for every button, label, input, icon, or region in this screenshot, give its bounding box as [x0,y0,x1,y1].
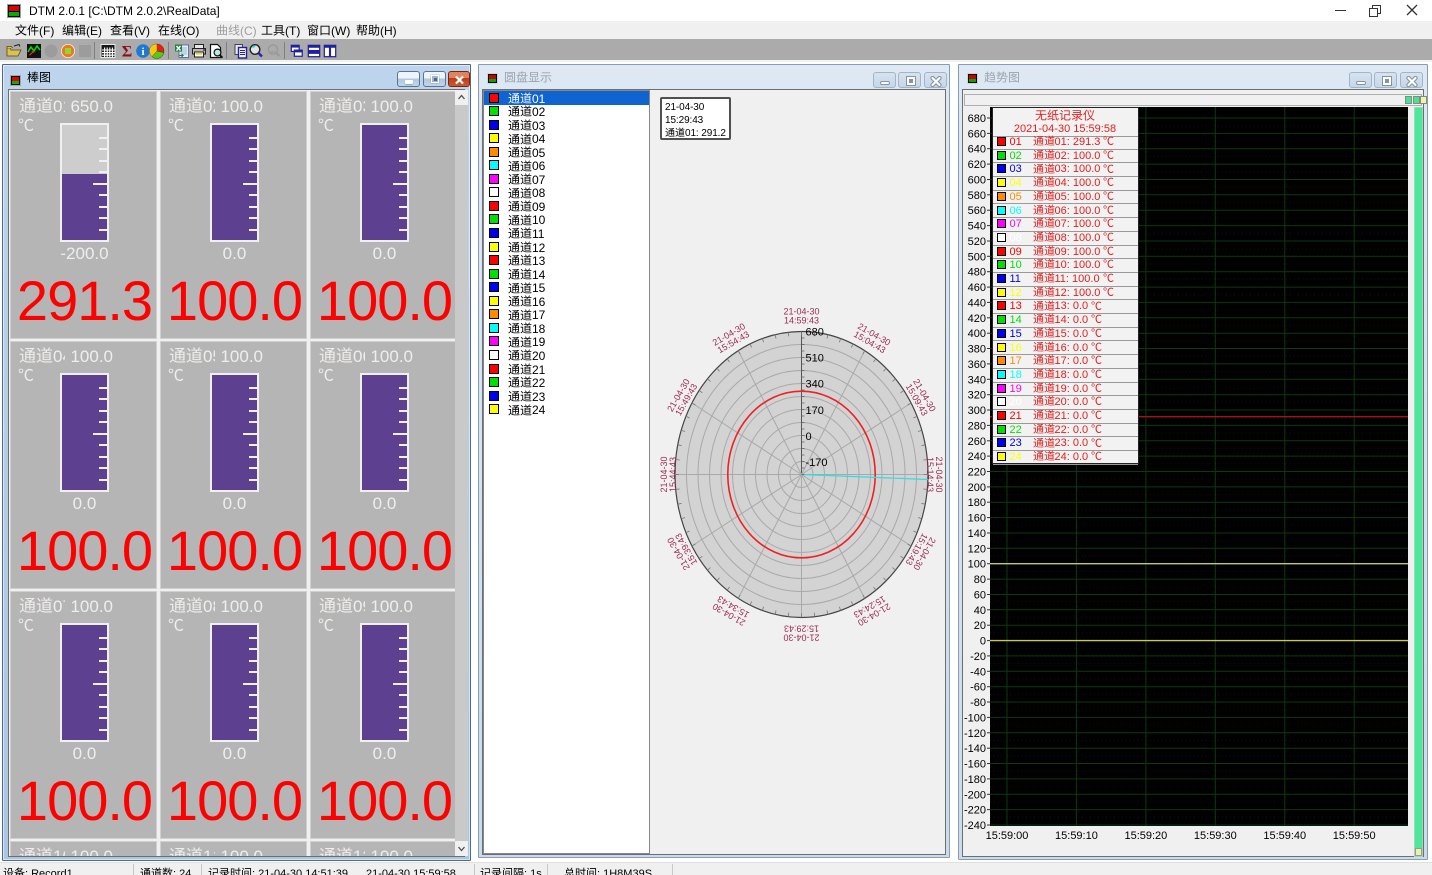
svg-text:510: 510 [806,353,824,365]
svg-text:-160: -160 [964,759,986,771]
svg-text:220: 220 [968,467,986,479]
svg-text:460: 460 [968,282,986,294]
svg-text:540: 540 [968,221,986,233]
svg-text:170: 170 [806,405,824,417]
svg-text:340: 340 [806,379,824,391]
svg-text:240: 240 [968,451,986,463]
svg-text:140: 140 [968,528,986,540]
svg-text:440: 440 [968,297,986,309]
svg-text:-200: -200 [964,789,986,801]
svg-text:-140: -140 [964,743,986,755]
svg-text:-20: -20 [970,651,986,663]
svg-text:500: 500 [968,251,986,263]
svg-text:160: 160 [968,513,986,525]
svg-text:600: 600 [968,175,986,187]
svg-text:360: 360 [968,359,986,371]
svg-text:i: i [141,46,144,58]
svg-text:-60: -60 [970,682,986,694]
svg-text:520: 520 [968,236,986,248]
svg-text:180: 180 [968,497,986,509]
svg-text:-120: -120 [964,728,986,740]
svg-text:0: 0 [980,636,986,648]
svg-text:40: 40 [974,605,986,617]
svg-text:80: 80 [974,574,986,586]
svg-text:260: 260 [968,436,986,448]
svg-text:280: 280 [968,420,986,432]
svg-text:15:29:43: 15:29:43 [784,624,819,634]
svg-text:560: 560 [968,205,986,217]
svg-text:15:14:43: 15:14:43 [925,457,935,492]
svg-text:380: 380 [968,344,986,356]
svg-text:-240: -240 [964,820,986,832]
svg-text:0: 0 [806,431,812,443]
svg-text:480: 480 [968,267,986,279]
svg-text:-170: -170 [806,457,828,469]
svg-text:200: 200 [968,482,986,494]
svg-text:-220: -220 [964,805,986,817]
svg-text:20: 20 [974,620,986,632]
svg-text:400: 400 [968,328,986,340]
svg-text:340: 340 [968,374,986,386]
svg-text:15:44:43: 15:44:43 [668,457,678,492]
svg-text:Σ: Σ [122,44,132,60]
svg-text:14:59:43: 14:59:43 [784,316,819,326]
svg-text:580: 580 [968,190,986,202]
svg-text:-40: -40 [970,666,986,678]
svg-text:620: 620 [968,159,986,171]
svg-text:-100: -100 [964,712,986,724]
svg-text:60: 60 [974,590,986,602]
svg-text:320: 320 [968,390,986,402]
svg-text:-180: -180 [964,774,986,786]
svg-text:640: 640 [968,144,986,156]
svg-text:680: 680 [806,327,824,339]
svg-text:300: 300 [968,405,986,417]
svg-text:420: 420 [968,313,986,325]
svg-text:680: 680 [968,113,986,125]
svg-text:100: 100 [968,559,986,571]
svg-text:660: 660 [968,128,986,140]
svg-text:120: 120 [968,543,986,555]
svg-text:-80: -80 [970,697,986,709]
